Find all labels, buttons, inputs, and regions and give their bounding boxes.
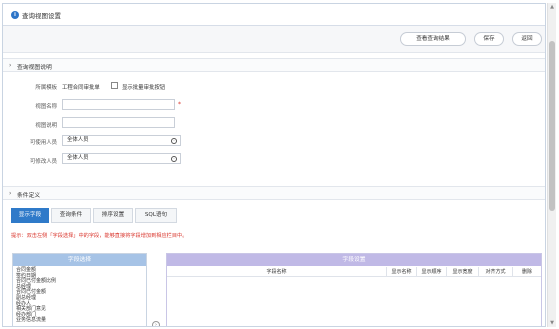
back-button[interactable]: 返回 <box>512 32 542 46</box>
select-circle-icon[interactable]: · <box>171 156 177 162</box>
field-selection-title: 字段选择 <box>13 254 146 266</box>
view-name-input[interactable] <box>62 99 175 110</box>
field-settings-title: 字段设置 <box>167 254 541 266</box>
info-circle-icon: i <box>11 11 19 19</box>
editable-by-select[interactable]: 全体人员 · <box>62 153 181 164</box>
section-view-title: 查询视图说明 <box>17 65 52 71</box>
usable-by-select[interactable]: 全体人员 · <box>62 135 181 146</box>
save-button[interactable]: 保存 <box>474 32 504 46</box>
column-header: 显示名称 <box>387 267 417 277</box>
section-condition-title: 条件定义 <box>17 193 41 199</box>
batch-approve-checkbox[interactable] <box>111 82 118 89</box>
column-header: 删除 <box>513 267 541 277</box>
usable-by-label: 可使用人员 <box>30 140 57 146</box>
batch-approve-label: 显示批量审批按钮 <box>122 85 166 91</box>
tab-sql[interactable]: SQL语句 <box>135 208 177 223</box>
required-mark: * <box>178 101 181 108</box>
main-window: i 查询视图设置 查看查询结果 保存 返回 › 查询视图说明 所属模板 工程合同… <box>2 3 546 327</box>
column-header: 显示顺序 <box>417 267 447 277</box>
field-list: 合同金额 签约日期 合同已付金额比例 总经理 合同已付金额 副总经理 经办人 相… <box>13 266 146 326</box>
view-desc-label: 视图说明 <box>35 123 57 129</box>
tab-query-conditions[interactable]: 查询条件 <box>51 208 91 223</box>
hint-text: 提示：双击左侧「字段选择」中的字段，能够直接将字段增加到相应栏目中。 <box>11 233 188 239</box>
template-value: 工程合同审批单 <box>62 85 100 91</box>
select-circle-icon[interactable]: · <box>171 138 177 144</box>
chevron-right-icon: › <box>9 190 12 197</box>
vertical-scrollbar[interactable]: ▲ ▼ <box>547 3 556 327</box>
field-settings-panel: 字段设置 字段名称 显示名称 显示顺序 显示宽度 对齐方式 删除 <box>166 253 542 326</box>
scroll-down-icon[interactable]: ▼ <box>549 320 555 326</box>
column-header: 显示宽度 <box>447 267 479 277</box>
scroll-up-icon[interactable]: ▲ <box>549 4 555 10</box>
section-condition-header[interactable]: › 条件定义 <box>3 186 545 200</box>
field-item[interactable]: 业务信息流量 <box>16 318 143 324</box>
editable-by-label: 可修改人员 <box>30 159 57 165</box>
column-header: 字段名称 <box>167 267 387 277</box>
tab-sort-settings[interactable]: 排序设置 <box>93 208 133 223</box>
view-desc-input[interactable] <box>62 117 175 128</box>
editable-by-value: 全体人员 <box>67 155 89 161</box>
view-results-button[interactable]: 查看查询结果 <box>400 32 466 46</box>
view-name-label: 视图名称 <box>35 104 57 110</box>
chevron-right-icon: › <box>9 62 12 69</box>
tab-display-fields[interactable]: 显示字段 <box>11 208 49 223</box>
field-selection-panel: 字段选择 合同金额 签约日期 合同已付金额比例 总经理 合同已付金额 副总经理 … <box>12 253 147 326</box>
usable-by-value: 全体人员 <box>67 137 89 143</box>
page-title: 查询视图设置 <box>22 12 61 20</box>
scroll-thumb[interactable] <box>549 41 555 211</box>
move-right-icon[interactable]: › <box>152 321 160 326</box>
template-label: 所属模板 <box>35 85 57 91</box>
toolbar: 查看查询结果 保存 返回 <box>3 26 545 53</box>
section-view-header[interactable]: › 查询视图说明 <box>3 58 545 72</box>
column-header: 对齐方式 <box>479 267 513 277</box>
title-bar: i 查询视图设置 <box>3 4 545 26</box>
